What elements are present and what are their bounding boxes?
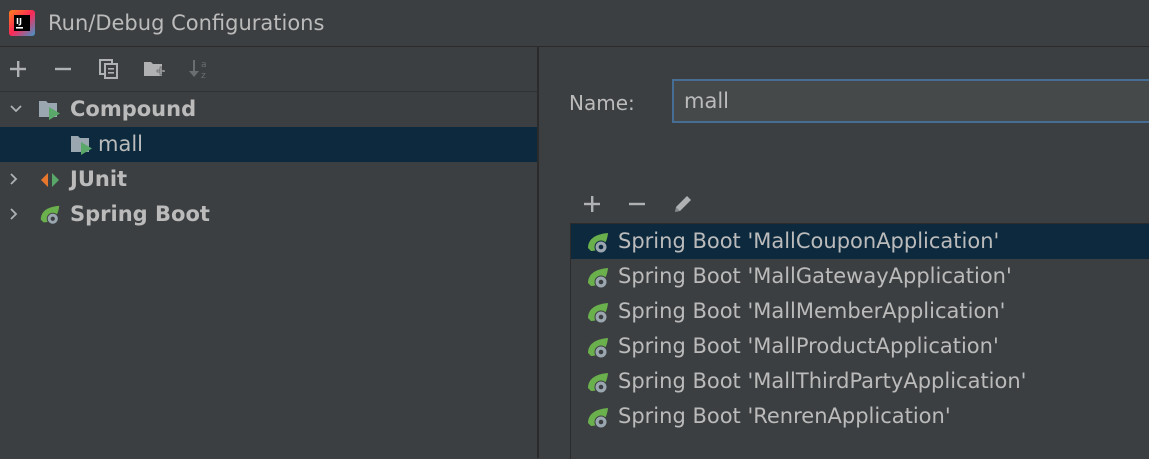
edit-run-configuration-button[interactable] [670,191,696,217]
plus-icon [584,196,600,212]
list-item-label: Spring Boot 'MallProductApplication' [618,334,999,358]
list-item[interactable]: Spring Boot 'MallCouponApplication' [571,224,1149,259]
folder-add-icon [144,62,166,76]
tree-item-junit[interactable]: JUnit [0,162,537,197]
spring-boot-icon [588,373,608,394]
tree-toolbar: a z [0,47,537,92]
new-folder-button[interactable] [142,57,166,81]
copy-configuration-button[interactable] [97,57,121,81]
tree-item-spring-boot[interactable]: Spring Boot [0,197,537,232]
list-item-label: Spring Boot 'MallThirdPartyApplication' [618,369,1027,393]
intellij-idea-icon: IJ [9,10,35,36]
sort-alphabetically-button[interactable]: a z [188,57,212,81]
list-item-label: Spring Boot 'MallCouponApplication' [618,229,1000,253]
tree-item-label: mall [98,132,143,156]
compound-run-icon [39,101,60,120]
name-label: Name: [569,91,635,115]
run-configurations-list: Spring Boot 'MallCouponApplication' Spri… [570,223,1149,459]
list-item[interactable]: Spring Boot 'MallGatewayApplication' [571,259,1149,294]
minus-icon [629,202,645,206]
list-item[interactable]: Spring Boot 'MallProductApplication' [571,329,1149,364]
tree-item-label: Spring Boot [70,202,210,226]
remove-configuration-button[interactable] [51,57,75,81]
spring-boot-icon [588,233,608,254]
sort-alpha-icon: a z [189,60,207,81]
add-run-configuration-button[interactable] [579,191,605,217]
plus-icon [10,61,26,77]
configuration-editor-panel: Name: Spring Boot 'MallCouponApplication… [539,47,1149,459]
spring-boot-icon [588,338,608,359]
list-item[interactable]: Spring Boot 'MallThirdPartyApplication' [571,364,1149,399]
compound-run-icon [71,136,92,155]
chevron-down-icon[interactable] [8,101,24,117]
configurations-tree-panel: a z Compound mall JUnit Spring Boot [0,47,537,458]
window-title: Run/Debug Configurations [48,11,325,35]
add-configuration-button[interactable] [6,57,30,81]
minus-icon [55,67,71,71]
list-item-label: Spring Boot 'RenrenApplication' [618,404,951,428]
spring-boot-icon [588,408,608,429]
chevron-right-icon[interactable] [6,206,22,222]
name-input[interactable] [672,79,1149,123]
list-item-label: Spring Boot 'MallGatewayApplication' [618,264,1012,288]
chevron-right-icon[interactable] [6,171,22,187]
list-item[interactable]: Spring Boot 'MallMemberApplication' [571,294,1149,329]
svg-text:IJ: IJ [16,17,22,26]
tree-item-compound[interactable]: Compound [0,92,537,127]
svg-text:z: z [201,71,206,81]
spring-boot-icon [40,205,60,225]
list-item[interactable]: Spring Boot 'RenrenApplication' [571,399,1149,434]
tree-item-label: Compound [70,97,197,121]
spring-boot-icon [588,303,608,324]
junit-icon [41,173,59,187]
tree-item-label: JUnit [70,167,128,191]
spring-boot-icon [588,268,608,289]
tree-item-mall[interactable]: mall [0,127,537,162]
pencil-icon [675,196,691,212]
list-item-label: Spring Boot 'MallMemberApplication' [618,299,1006,323]
copy-icon [99,59,118,79]
title-bar: IJ Run/Debug Configurations [0,0,1149,47]
svg-text:a: a [201,60,207,70]
remove-run-configuration-button[interactable] [624,191,650,217]
run-configurations-toolbar [575,189,775,219]
